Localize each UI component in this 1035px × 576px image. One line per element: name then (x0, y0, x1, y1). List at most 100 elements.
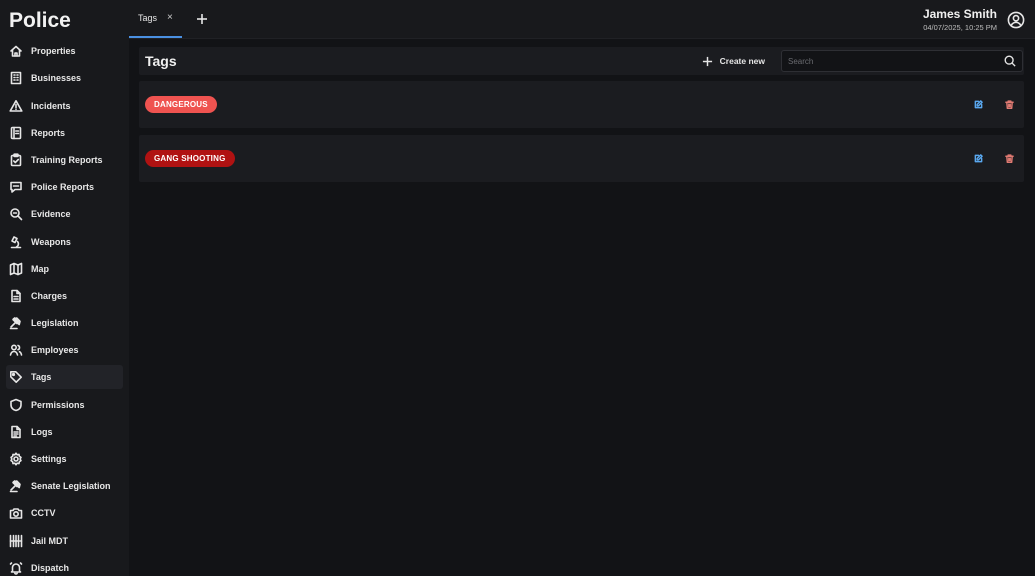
sidebar-item-label: Properties (31, 46, 76, 57)
sidebar-item-legislation[interactable]: Legislation (6, 311, 123, 335)
delete-button[interactable] (1002, 152, 1016, 166)
edit-button[interactable] (971, 152, 985, 166)
tag-badge: DANGEROUS (145, 96, 217, 113)
sidebar-item-cctv[interactable]: CCTV (6, 501, 123, 525)
sidebar-item-label: Employees (31, 345, 79, 356)
sidebar-item-reports[interactable]: Reports (6, 121, 123, 145)
sidebar-item-charges[interactable]: Charges (6, 284, 123, 308)
sidebar-item-label: Incidents (31, 100, 71, 111)
sidebar-item-label: Police Reports (31, 182, 95, 193)
sidebar-nav: Properties Businesses Incidents Reports Trai… (6, 39, 123, 576)
tag-icon (9, 370, 23, 384)
search-icon[interactable] (1004, 55, 1016, 67)
user-panel: James Smith 04/07/2025, 10:25 PM (923, 0, 1035, 39)
user-datetime: 04/07/2025, 10:25 PM (923, 23, 997, 32)
sidebar-item-settings[interactable]: Settings (6, 447, 123, 471)
sidebar-item-senate-legislation[interactable]: Senate Legislation (6, 474, 123, 498)
sidebar-item-evidence[interactable]: Evidence (6, 202, 123, 226)
jail-icon (9, 534, 23, 548)
camera-icon (9, 506, 23, 520)
search-box (781, 50, 1023, 72)
create-new-label: Create new (719, 56, 765, 66)
sidebar-item-businesses[interactable]: Businesses (6, 66, 123, 90)
plus-icon (196, 13, 207, 24)
sidebar-item-label: Businesses (31, 73, 82, 84)
microscope-icon (9, 235, 23, 249)
main-area: Tags × James Smith 04/07/2025, 10:25 PM (129, 0, 1035, 576)
tag-list: DANGEROUS GANG SHOOTING (139, 81, 1024, 182)
tab-close-icon[interactable]: × (167, 12, 173, 23)
top-bar: Tags × James Smith 04/07/2025, 10:25 PM (129, 0, 1035, 39)
list-item: DANGEROUS (139, 81, 1024, 128)
sidebar-item-incidents[interactable]: Incidents (6, 94, 123, 118)
gavel-icon (9, 479, 23, 493)
page-title: Tags (145, 53, 177, 69)
trash-icon (1004, 154, 1014, 163)
gear-icon (9, 452, 23, 466)
tab-tags[interactable]: Tags × (129, 0, 182, 38)
users-icon (9, 343, 23, 357)
tab-label: Tags (138, 12, 158, 23)
sidebar-item-logs[interactable]: Logs (6, 420, 123, 444)
sidebar-item-label: Charges (31, 290, 68, 301)
gavel-icon (9, 316, 23, 330)
sidebar-item-label: Evidence (31, 209, 71, 220)
trash-icon (1004, 100, 1014, 109)
delete-button[interactable] (1002, 98, 1016, 112)
warning-icon (9, 99, 23, 113)
file-text-icon (9, 425, 23, 439)
tab-strip: Tags × (129, 0, 214, 38)
message-icon (9, 180, 23, 194)
sidebar-item-properties[interactable]: Properties (6, 39, 123, 63)
sidebar-item-label: Logs (31, 426, 53, 437)
sidebar-item-police-reports[interactable]: Police Reports (6, 175, 123, 199)
sidebar-item-label: Tags (31, 372, 52, 383)
document-icon (9, 289, 23, 303)
sidebar-item-map[interactable]: Map (6, 257, 123, 281)
edit-icon (974, 154, 983, 163)
content: Tags Create new DANGEROUS GANG SHOOTING (129, 39, 1035, 182)
edit-button[interactable] (971, 98, 985, 112)
sidebar-item-label: Weapons (31, 236, 71, 247)
sidebar-item-label: Map (31, 263, 49, 274)
sidebar-item-label: Dispatch (31, 562, 70, 573)
tag-badge: GANG SHOOTING (145, 150, 235, 167)
sidebar-item-label: CCTV (31, 508, 56, 519)
home-icon (9, 44, 23, 58)
user-circle-icon (1007, 11, 1025, 28)
sidebar-item-label: Legislation (31, 318, 79, 329)
sidebar-item-dispatch[interactable]: Dispatch (6, 556, 123, 576)
sidebar-item-training-reports[interactable]: Training Reports (6, 148, 123, 172)
sidebar-item-tags[interactable]: Tags (6, 365, 123, 390)
sidebar-item-label: Settings (31, 454, 67, 464)
sidebar: Police Properties Businesses Incidents Repo… (0, 0, 129, 576)
clipboard-icon (9, 153, 23, 167)
app-title: Police (9, 9, 71, 32)
sidebar-item-weapons[interactable]: Weapons (6, 230, 123, 254)
create-new-button[interactable]: Create new (702, 56, 765, 67)
add-tab-button[interactable] (190, 0, 214, 38)
user-info: James Smith 04/07/2025, 10:25 PM (923, 7, 997, 32)
sidebar-item-label: Reports (31, 127, 66, 138)
list-item: GANG SHOOTING (139, 135, 1024, 182)
sidebar-item-label: Training Reports (31, 154, 103, 165)
app-root: Police Properties Businesses Incidents Repo… (0, 0, 1035, 576)
plus-icon (702, 56, 712, 66)
magnify-icon (9, 207, 23, 221)
account-button[interactable] (1007, 11, 1025, 29)
sidebar-item-label: Jail MDT (31, 535, 69, 546)
bell-icon (9, 561, 23, 575)
map-icon (9, 262, 23, 276)
sidebar-item-permissions[interactable]: Permissions (6, 393, 123, 417)
sidebar-item-label: Senate Legislation (31, 481, 111, 492)
user-name: James Smith (922, 7, 997, 21)
building-icon (9, 71, 23, 85)
page-header: Tags Create new (139, 47, 1024, 75)
sidebar-item-label: Permissions (31, 399, 85, 410)
shield-icon (9, 398, 23, 412)
edit-icon (974, 100, 983, 109)
sidebar-item-jail-mdt[interactable]: Jail MDT (6, 529, 123, 553)
report-icon (9, 126, 23, 140)
sidebar-item-employees[interactable]: Employees (6, 338, 123, 362)
search-input[interactable] (788, 56, 1004, 66)
